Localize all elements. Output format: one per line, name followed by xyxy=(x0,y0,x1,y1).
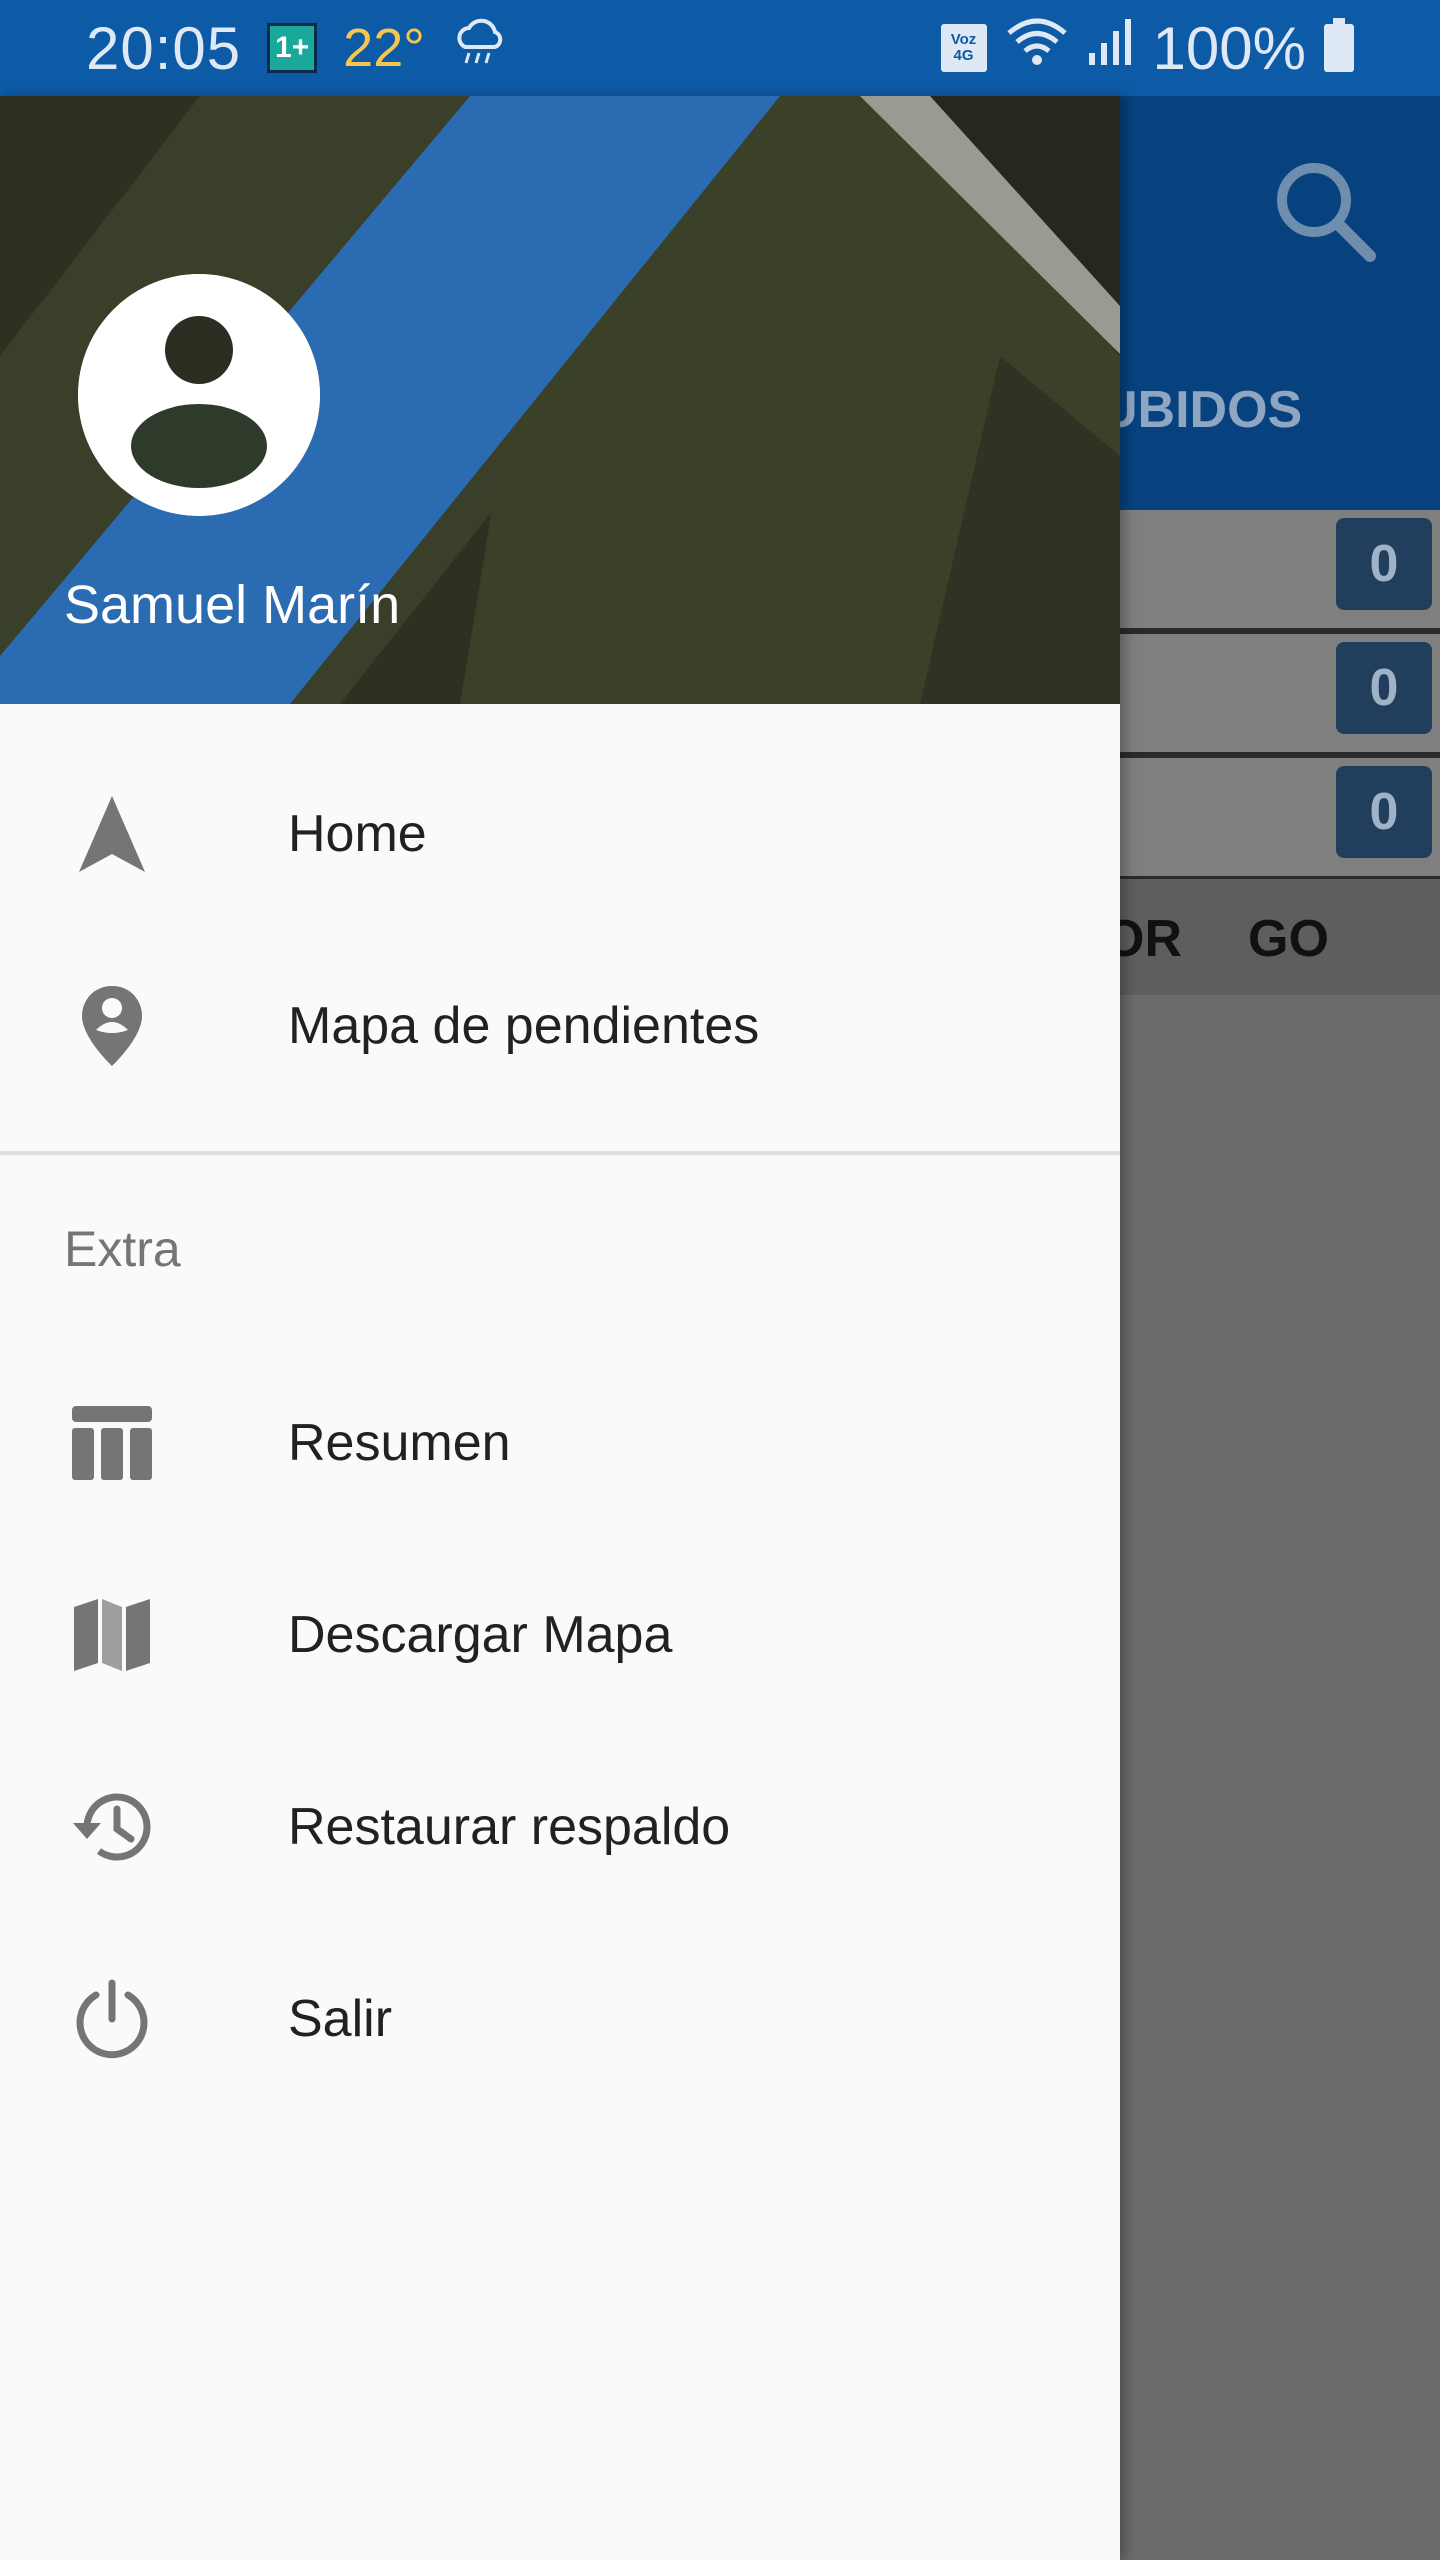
drawer-header: Samuel Marín xyxy=(0,96,1120,704)
menu-item-resumen[interactable]: Resumen xyxy=(0,1347,1120,1539)
user-name: Samuel Marín xyxy=(64,575,401,635)
tab-subidos[interactable]: UBIDOS xyxy=(1100,380,1302,440)
status-bar: 20:05 1+ 22° Voz 4G 100% xyxy=(0,0,1440,96)
battery-percent: 100% xyxy=(1152,14,1306,82)
volte-icon: Voz 4G xyxy=(940,24,987,72)
navigation-drawer: Samuel Marín Home Mapa de pendientes Ext… xyxy=(0,96,1120,2560)
status-temperature: 22° xyxy=(343,18,425,78)
power-icon xyxy=(66,1973,158,2065)
screen: 20:05 1+ 22° Voz 4G 100% UBIDOS 0 0 0 OR… xyxy=(0,0,1440,2560)
menu-item-label: Mapa de pendientes xyxy=(288,997,760,1055)
rain-cloud-icon xyxy=(451,13,507,83)
section-title-extra: Extra xyxy=(64,1221,181,1277)
location-pin-icon xyxy=(66,980,158,1072)
menu-item-mapa-de-pendientes[interactable]: Mapa de pendientes xyxy=(0,930,1120,1122)
menu-item-label: Home xyxy=(288,805,427,863)
history-icon xyxy=(66,1781,158,1873)
menu-item-label: Resumen xyxy=(288,1414,511,1472)
account-icon xyxy=(78,274,320,516)
menu-item-restaurar-respaldo[interactable]: Restaurar respaldo xyxy=(0,1731,1120,1923)
signal-icon xyxy=(1087,13,1135,83)
volte-bottom-text: 4G xyxy=(953,47,974,64)
column-header: GO xyxy=(1248,910,1329,968)
status-time: 20:05 xyxy=(86,14,242,82)
menu-item-label: Descargar Mapa xyxy=(288,1606,673,1664)
count-badge: 0 xyxy=(1336,766,1432,858)
menu-item-salir[interactable]: Salir xyxy=(0,1923,1120,2115)
battery-icon xyxy=(1324,18,1354,72)
divider xyxy=(0,1151,1120,1155)
table-icon xyxy=(66,1397,158,1489)
avatar[interactable] xyxy=(78,274,320,516)
menu-item-label: Restaurar respaldo xyxy=(288,1798,731,1856)
navigation-arrow-icon xyxy=(66,788,158,880)
count-badge: 0 xyxy=(1336,642,1432,734)
map-icon xyxy=(66,1589,158,1681)
count-badge: 0 xyxy=(1336,518,1432,610)
search-icon[interactable] xyxy=(1270,156,1380,271)
wifi-icon xyxy=(1005,13,1069,83)
menu-item-home[interactable]: Home xyxy=(0,738,1120,930)
volte-top-text: Voz xyxy=(950,31,977,49)
oneplus-app-icon: 1+ xyxy=(267,23,318,73)
menu-item-label: Salir xyxy=(288,1990,393,2048)
menu-item-descargar-mapa[interactable]: Descargar Mapa xyxy=(0,1539,1120,1731)
